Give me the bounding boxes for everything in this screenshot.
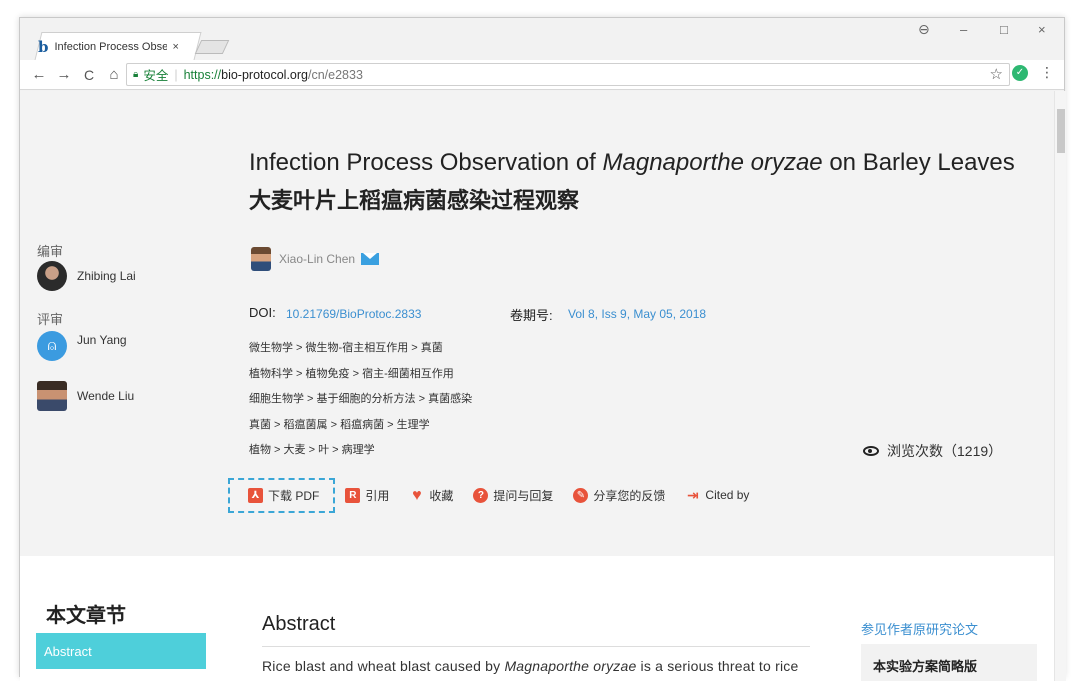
sections-heading: 本文章节 [46,605,126,627]
address-bar[interactable]: 🔒︎ 安全 | https:// bio-protocol.org /cn/e2… [126,63,1010,86]
action-label: 下载 PDF [268,488,320,503]
reviewer-item[interactable]: Wende Liu [37,381,134,411]
cite-button[interactable]: R 引用 [345,487,389,504]
view-count-label: 浏览次数（1219） [887,443,1003,459]
action-label: 收藏 [429,488,454,503]
eye-icon [863,446,879,456]
divider [262,646,810,647]
mail-icon[interactable] [361,253,380,265]
tab-title: Infection Process Obse [54,41,167,53]
doi-label: DOI: [249,305,276,320]
secure-label: 安全 [143,69,169,83]
issue-label: 卷期号: [510,308,553,323]
reviewer-heading: 评审 [37,312,64,327]
tab-bar: b Infection Process Obse × ⊖ – □ × [20,18,1064,60]
title-part: on Barley Leaves [822,149,1015,176]
scrollbar-thumb[interactable] [1057,109,1065,153]
see-original-paper-link[interactable]: 参见作者原研究论文 [861,619,978,638]
scrollbar[interactable] [1054,91,1066,681]
url-path: /cn/e2833 [307,67,363,82]
cite-icon: R [345,487,361,503]
author-photo [251,247,271,271]
url-scheme: https:// [183,67,222,82]
pdf-icon: ⅄ [248,487,263,503]
category-path[interactable]: 植物科学 > 植物免疫 > 宿主-细菌相互作用 [249,365,454,381]
category-path[interactable]: 细胞生物学 > 基于细胞的分析方法 > 真菌感染 [249,390,472,406]
question-icon: ? [473,487,489,503]
article-title-cn: 大麦叶片上稻瘟病菌感染过程观察 [249,189,580,214]
site-favicon-icon: b [38,38,49,56]
back-button[interactable]: ← [28,66,50,83]
action-bar: ⅄ 下载 PDF R 引用 ♥ 收藏 ? 提问与回复 ✎ 分享您的反馈 ⇥ Ci… [228,477,769,513]
feedback-button[interactable]: ✎ 分享您的反馈 [573,487,665,504]
browser-window: b Infection Process Obse × ⊖ – □ × ← → C… [19,17,1066,681]
abstract-part: Rice blast and wheat blast caused by [262,658,505,674]
view-count: 浏览次数（1219） [863,441,1002,461]
tab-close-icon[interactable]: × [173,41,179,53]
lock-icon: 🔒︎ [133,69,139,80]
download-pdf-button[interactable]: ⅄ 下载 PDF [228,477,336,513]
heart-icon: ♥ [412,486,422,504]
cited-by-button[interactable]: ⇥ Cited by [685,486,750,503]
user-placeholder-icon: ⍝ [37,331,67,361]
abstract-part: is a serious threat to rice [636,658,799,674]
action-label: 引用 [365,488,390,503]
extension-icon[interactable]: ✓ [1012,65,1028,81]
author-name[interactable]: Xiao-Lin Chen [279,252,355,266]
address-separator: | [174,67,178,82]
favorite-button[interactable]: ♥ 收藏 [409,487,453,504]
doi-link[interactable]: 10.21769/BioProtoc.2833 [286,307,421,321]
editor-name: Zhibing Lai [77,269,136,283]
action-label: 提问与回复 [493,488,554,503]
avatar [37,261,67,291]
author[interactable]: Xiao-Lin Chen [251,247,380,271]
article-title-en: Infection Process Observation of Magnapo… [249,149,1015,177]
page-viewport: 编审 Zhibing Lai 评审 ⍝ Jun Yang Wende Liu I… [20,91,1054,681]
home-button[interactable]: ⌂ [103,66,125,83]
avatar [37,381,67,411]
abstract-heading: Abstract [262,613,336,635]
minimize-button[interactable]: – [960,22,967,37]
category-path[interactable]: 真菌 > 稻瘟菌属 > 稻瘟病菌 > 生理学 [249,416,430,432]
browser-tab-content[interactable]: b Infection Process Obse × [38,37,188,57]
url-host: bio-protocol.org [221,67,308,82]
close-window-button[interactable]: × [1038,22,1046,37]
browser-toolbar: ← → C ⌂ 🔒︎ 安全 | https:// bio-protocol.or… [20,60,1064,90]
reviewer-name: Wende Liu [77,389,135,403]
question-button[interactable]: ? 提问与回复 [473,487,553,504]
editor-heading: 编审 [37,244,64,259]
new-tab-button[interactable] [194,40,230,54]
category-path[interactable]: 植物 > 大麦 > 叶 > 病理学 [249,441,375,457]
account-icon[interactable]: ⊖ [918,21,930,38]
forward-button[interactable]: → [53,66,75,83]
content-section: 本文章节 Abstract Abstract Rice blast and wh… [20,556,1054,681]
action-label: Cited by [705,488,750,502]
title-species: Magnaporthe oryzae [602,149,823,176]
feedback-icon: ✎ [573,487,589,503]
maximize-button[interactable]: □ [1000,22,1008,37]
reviewer-name: Jun Yang [77,333,127,347]
abstract-species: Magnaporthe oryzae [504,658,637,674]
section-nav-abstract[interactable]: Abstract [36,633,206,669]
action-label: 分享您的反馈 [593,488,666,503]
bookmark-star-icon[interactable]: ☆ [990,65,1003,83]
cited-by-icon: ⇥ [687,486,699,503]
abstract-text: Rice blast and wheat blast caused by Mag… [262,658,810,674]
category-path[interactable]: 微生物学 > 微生物-宿主相互作用 > 真菌 [249,339,443,355]
browser-menu-icon[interactable]: ⋮ [1040,64,1054,81]
reload-button[interactable]: C [78,67,100,83]
issue-link[interactable]: Vol 8, Iss 9, May 05, 2018 [568,307,706,321]
title-part: Infection Process Observation of [249,149,603,176]
editor-item[interactable]: Zhibing Lai [37,261,136,291]
reviewer-item[interactable]: ⍝ Jun Yang [37,331,127,361]
summary-box[interactable]: 本实验方案简略版 [861,644,1037,681]
